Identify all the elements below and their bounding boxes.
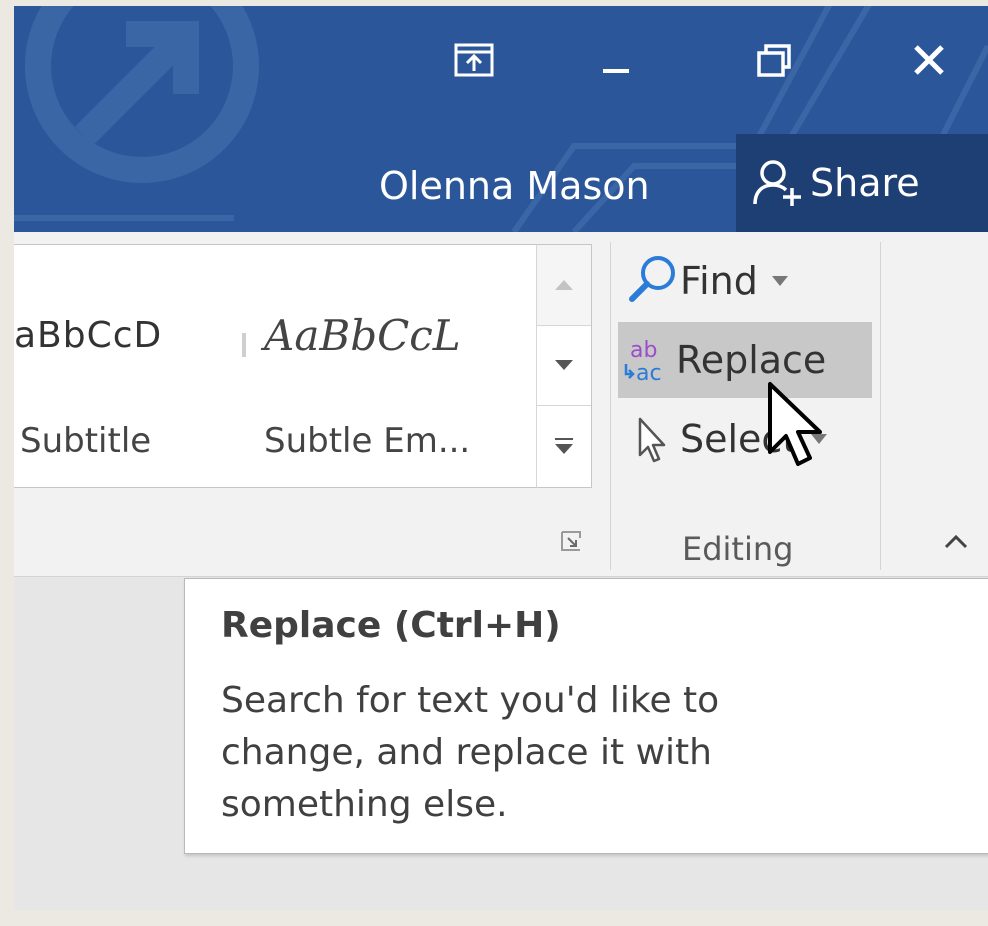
group-separator-2: [880, 242, 881, 570]
find-label: Find: [680, 259, 758, 303]
group-separator-1: [610, 242, 611, 570]
style-preview-subtitle: aBbCcD: [14, 315, 163, 356]
share-button[interactable]: Share: [736, 134, 988, 232]
account-user-name[interactable]: Olenna Mason: [379, 164, 650, 208]
search-icon: [629, 256, 675, 302]
ribbon-display-options-icon: [454, 43, 494, 77]
restore-button[interactable]: [744, 34, 804, 86]
frame-left: [0, 0, 14, 926]
tooltip-description: Search for text you'd like to change, an…: [221, 680, 720, 825]
ribbon-home: aBbCcD Subtitle AaBbCcL Subtle Em... Fin…: [14, 232, 988, 577]
gallery-scroll-down-button[interactable]: [537, 325, 591, 406]
chevron-up-icon: [944, 535, 968, 549]
close-button[interactable]: [899, 34, 959, 86]
tooltip-title: Replace (Ctrl+H): [221, 605, 561, 646]
scroll-up-icon: [555, 280, 573, 290]
close-icon: [914, 45, 944, 75]
svg-text:ab: ab: [630, 338, 657, 363]
replace-button[interactable]: ab ac Replace: [618, 322, 872, 398]
svg-text:ac: ac: [636, 361, 662, 386]
find-dropdown-caret-icon: [771, 276, 788, 286]
replace-label: Replace: [676, 338, 827, 382]
editing-group-label: Editing: [682, 530, 794, 568]
dialog-launcher-icon[interactable]: [560, 530, 582, 552]
minimize-button[interactable]: [586, 34, 646, 86]
title-bar: Olenna Mason Share: [14, 6, 988, 232]
gallery-scroll-up-button[interactable]: [537, 245, 591, 326]
gallery-scrollbar: [536, 244, 592, 488]
collapse-ribbon-button[interactable]: [934, 524, 978, 560]
scroll-down-icon: [555, 360, 573, 370]
share-person-icon: [753, 160, 801, 206]
find-button[interactable]: Find: [624, 244, 840, 318]
style-name-subtle-emphasis: Subtle Em...: [264, 421, 471, 461]
gallery-more-icon: [555, 438, 573, 454]
mouse-pointer-icon: [768, 382, 822, 466]
gallery-more-button[interactable]: [537, 405, 591, 487]
minimize-icon: [603, 69, 629, 73]
style-preview-subtle-emphasis: AaBbCcL: [264, 311, 461, 360]
style-separator: [242, 333, 246, 357]
replace-icon: ab ac: [624, 338, 662, 386]
select-pointer-icon: [638, 417, 666, 463]
frame-bottom: [0, 910, 988, 926]
style-name-subtitle: Subtitle: [20, 421, 152, 461]
word-window: Olenna Mason Share aBbCcD Subtitle AaBbC…: [14, 6, 988, 910]
restore-icon: [757, 44, 791, 77]
styles-gallery: aBbCcD Subtitle AaBbCcL Subtle Em...: [14, 244, 537, 488]
ribbon-display-options-button[interactable]: [444, 34, 504, 86]
share-label: Share: [810, 161, 920, 205]
replace-tooltip: Replace (Ctrl+H) Search for text you'd l…: [184, 578, 988, 854]
